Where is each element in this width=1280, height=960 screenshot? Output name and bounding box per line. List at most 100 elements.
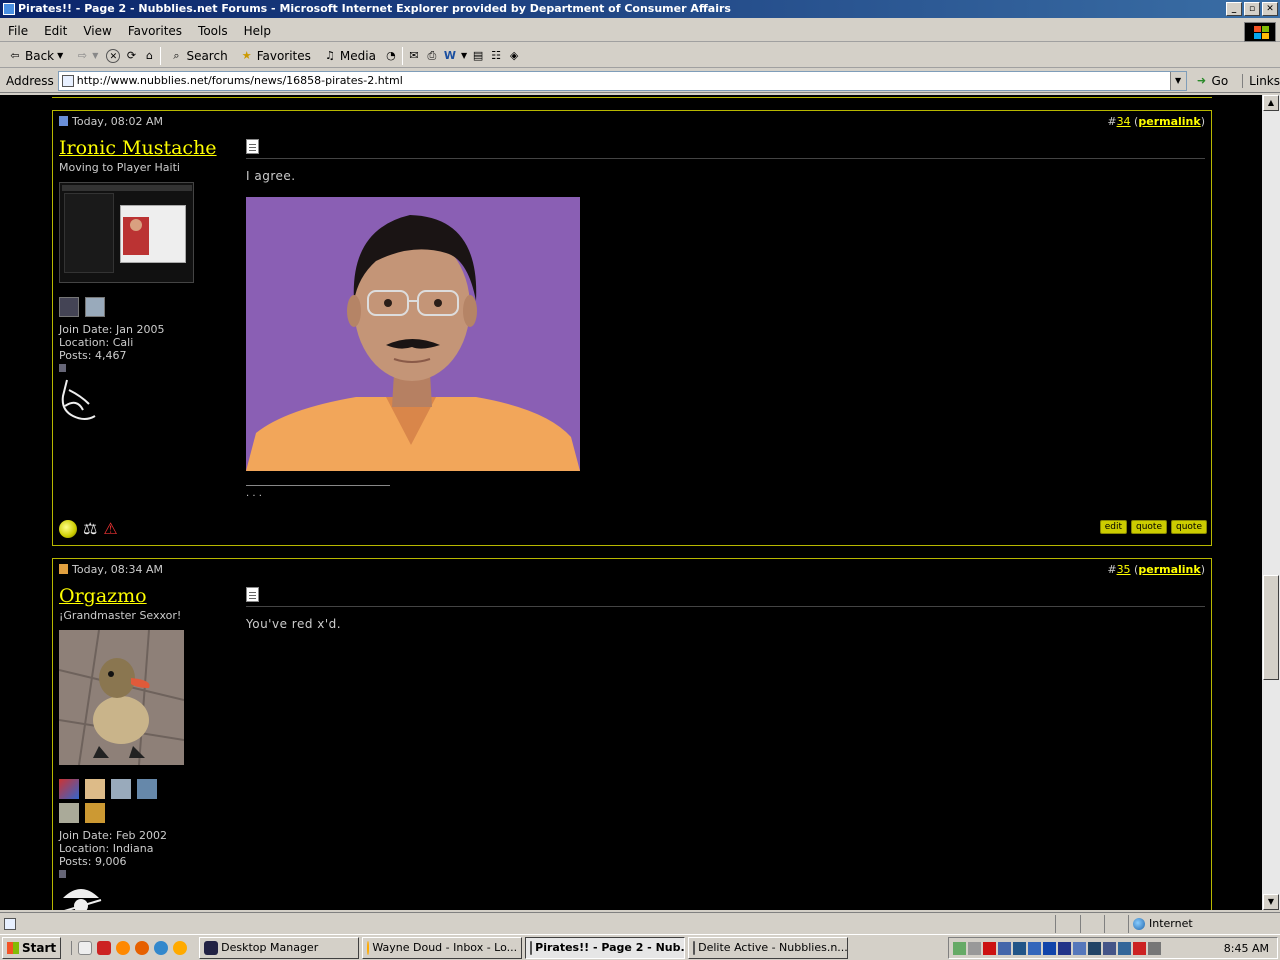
vertical-scrollbar[interactable]: ▲ ▼ — [1262, 95, 1280, 910]
menu-favorites[interactable]: Favorites — [120, 24, 190, 38]
post-body: You've red x'd. — [246, 585, 1205, 631]
discuss-icon[interactable]: ▤ — [471, 49, 485, 63]
task-desktop-manager[interactable]: Desktop Manager — [199, 936, 360, 959]
go-button[interactable]: ➜ Go — [1195, 73, 1228, 88]
menu-view[interactable]: View — [75, 24, 119, 38]
badge-icon — [137, 779, 157, 799]
scroll-thumb[interactable] — [1263, 575, 1279, 680]
avatar[interactable] — [59, 182, 194, 283]
tray-norton-icon[interactable] — [983, 941, 996, 955]
window-title-bar[interactable]: Pirates!! - Page 2 - Nubblies.net Forums… — [0, 0, 1280, 18]
back-button[interactable]: ⇦ Back ▼ — [4, 46, 67, 66]
system-tray: 8:45 AM — [948, 937, 1278, 959]
toolbar-separator — [401, 46, 403, 65]
tray-alert-icon[interactable] — [1133, 941, 1146, 955]
forward-dropdown-icon[interactable]: ▼ — [92, 51, 98, 60]
app-icon[interactable] — [173, 940, 188, 955]
location: Location: Indiana — [59, 842, 154, 855]
print-icon[interactable]: ⎙ — [425, 49, 439, 63]
user-info-pane: Ironic Mustache Moving to Player Haiti J… — [59, 137, 239, 422]
search-button[interactable]: ⌕ Search — [165, 46, 231, 66]
tray-grid-icon[interactable] — [1103, 941, 1116, 955]
post-divider — [246, 606, 1205, 607]
pirate-emblem-icon — [59, 884, 103, 910]
tray-shield-icon[interactable] — [1028, 941, 1041, 955]
menu-edit[interactable]: Edit — [36, 24, 75, 38]
edit-word-icon[interactable]: W — [443, 49, 457, 63]
tray-volume-icon[interactable] — [968, 941, 981, 955]
user-stats: Join Date: Jan 2005 Location: Cali Posts… — [59, 323, 239, 362]
post-34: Today, 08:02 AM #34 (permalink) Ironic M… — [52, 110, 1212, 546]
tray-display-icon[interactable] — [1073, 941, 1086, 955]
media-player-icon[interactable] — [116, 940, 131, 955]
post-number-link[interactable]: 35 — [1117, 563, 1131, 576]
maximize-button[interactable]: ▫ — [1244, 2, 1260, 16]
post-status-icon — [59, 563, 68, 574]
multi-quote-button[interactable]: quote — [1171, 520, 1207, 534]
refresh-icon[interactable]: ⟳ — [124, 49, 138, 63]
research-icon[interactable]: ☷ — [489, 49, 503, 63]
ie-quick-icon[interactable] — [154, 940, 169, 955]
post-number-link[interactable]: 34 — [1117, 115, 1131, 128]
report-post-icon[interactable]: ⚠ — [103, 519, 117, 538]
task-inbox[interactable]: Wayne Doud - Inbox - Lo... — [362, 936, 523, 959]
tray-pen-icon[interactable] — [1088, 941, 1101, 955]
avatar[interactable] — [59, 630, 184, 765]
close-button[interactable]: ✕ — [1262, 2, 1278, 16]
tray-app-icon[interactable] — [1013, 941, 1026, 955]
task-pirates-page[interactable]: Pirates!! - Page 2 - Nub... — [525, 936, 686, 959]
quote-button[interactable]: quote — [1131, 520, 1167, 534]
go-arrow-icon: ➜ — [1196, 73, 1207, 87]
mail-icon[interactable]: ✉ — [407, 49, 421, 63]
tray-sync-icon[interactable] — [998, 941, 1011, 955]
menu-help[interactable]: Help — [236, 24, 279, 38]
favorites-button[interactable]: ★ Favorites — [236, 46, 315, 66]
address-dropdown-icon[interactable]: ▼ — [1169, 71, 1186, 90]
clock[interactable]: 8:45 AM — [1224, 942, 1269, 955]
tray-bluetooth-icon[interactable] — [1058, 941, 1071, 955]
post-message: I agree. — [246, 169, 296, 183]
tray-network-icon[interactable] — [953, 941, 966, 955]
minimize-button[interactable]: _ — [1226, 2, 1242, 16]
messenger-icon[interactable]: ◈ — [507, 49, 521, 63]
calendar-icon[interactable] — [78, 940, 93, 955]
start-button[interactable]: Start — [2, 936, 62, 959]
user-badges — [59, 297, 239, 317]
windows-logo-icon — [1244, 22, 1276, 42]
edit-button[interactable]: edit — [1099, 520, 1127, 534]
scroll-up-icon[interactable]: ▲ — [1263, 95, 1279, 111]
edit-dropdown-icon[interactable]: ▼ — [461, 51, 467, 60]
tray-language-icon[interactable] — [1043, 941, 1056, 955]
permalink-link[interactable]: permalink — [1138, 115, 1200, 128]
username-link[interactable]: Orgazmo — [59, 585, 239, 607]
firefox-icon[interactable] — [135, 940, 150, 955]
history-icon[interactable]: ◔ — [384, 49, 398, 63]
menu-tools[interactable]: Tools — [190, 24, 236, 38]
post-header: Today, 08:34 AM #35 (permalink) — [53, 559, 1211, 579]
toolbar-separator — [160, 46, 162, 65]
post-icon — [246, 587, 259, 602]
acrobat-icon[interactable] — [97, 940, 112, 955]
back-dropdown-icon[interactable]: ▼ — [57, 51, 63, 60]
address-input[interactable]: http://www.nubblies.net/forums/news/1685… — [57, 70, 1187, 91]
favorites-label: Favorites — [256, 48, 311, 63]
window-title: Pirates!! - Page 2 - Nubblies.net Forums… — [18, 2, 731, 15]
address-url[interactable]: http://www.nubblies.net/forums/news/1685… — [77, 74, 403, 87]
permalink-link[interactable]: permalink — [1138, 563, 1200, 576]
menu-bar: File Edit View Favorites Tools Help — [0, 20, 1280, 42]
post-icon — [246, 139, 259, 154]
reputation-scale-icon[interactable]: ⚖ — [83, 519, 97, 538]
forward-button[interactable]: ⇨ ▼ — [71, 46, 102, 66]
tray-edit-icon[interactable] — [1118, 941, 1131, 955]
username-link[interactable]: Ironic Mustache — [59, 137, 239, 159]
links-button[interactable]: Links — [1242, 73, 1280, 88]
stop-icon[interactable]: ✕ — [106, 48, 121, 63]
tray-misc-icon[interactable] — [1148, 941, 1161, 955]
scroll-down-icon[interactable]: ▼ — [1263, 894, 1279, 910]
address-bar: Address http://www.nubblies.net/forums/n… — [0, 69, 1280, 93]
home-icon[interactable]: ⌂ — [142, 49, 156, 63]
menu-file[interactable]: File — [0, 24, 36, 38]
media-button[interactable]: ♫ Media — [319, 46, 380, 66]
task-delite-active[interactable]: Delite Active - Nubblies.n... — [688, 936, 849, 959]
post-image[interactable] — [246, 197, 580, 471]
